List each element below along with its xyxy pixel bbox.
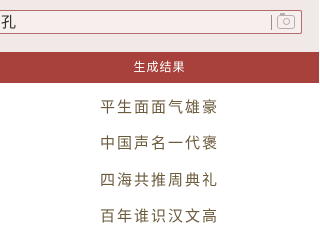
camera-lens <box>283 18 290 25</box>
search-input-value[interactable]: 孔 <box>1 13 16 31</box>
result-line: 百年谁识汉文高 <box>99 207 219 225</box>
result-line: 中国声名一代褒 <box>99 134 219 152</box>
result-line: 平生面面气雄豪 <box>99 98 219 116</box>
search-divider <box>271 15 272 30</box>
top-area: 孔 <box>0 0 319 52</box>
camera-icon[interactable] <box>277 13 295 29</box>
result-list: 平生面面气雄豪 中国声名一代褒 四海共推周典礼 百年谁识汉文高 <box>0 83 319 240</box>
result-header: 生成结果 <box>0 52 319 83</box>
camera-top <box>280 13 285 15</box>
search-input[interactable]: 孔 <box>0 10 302 34</box>
result-line: 四海共推周典礼 <box>99 171 219 189</box>
